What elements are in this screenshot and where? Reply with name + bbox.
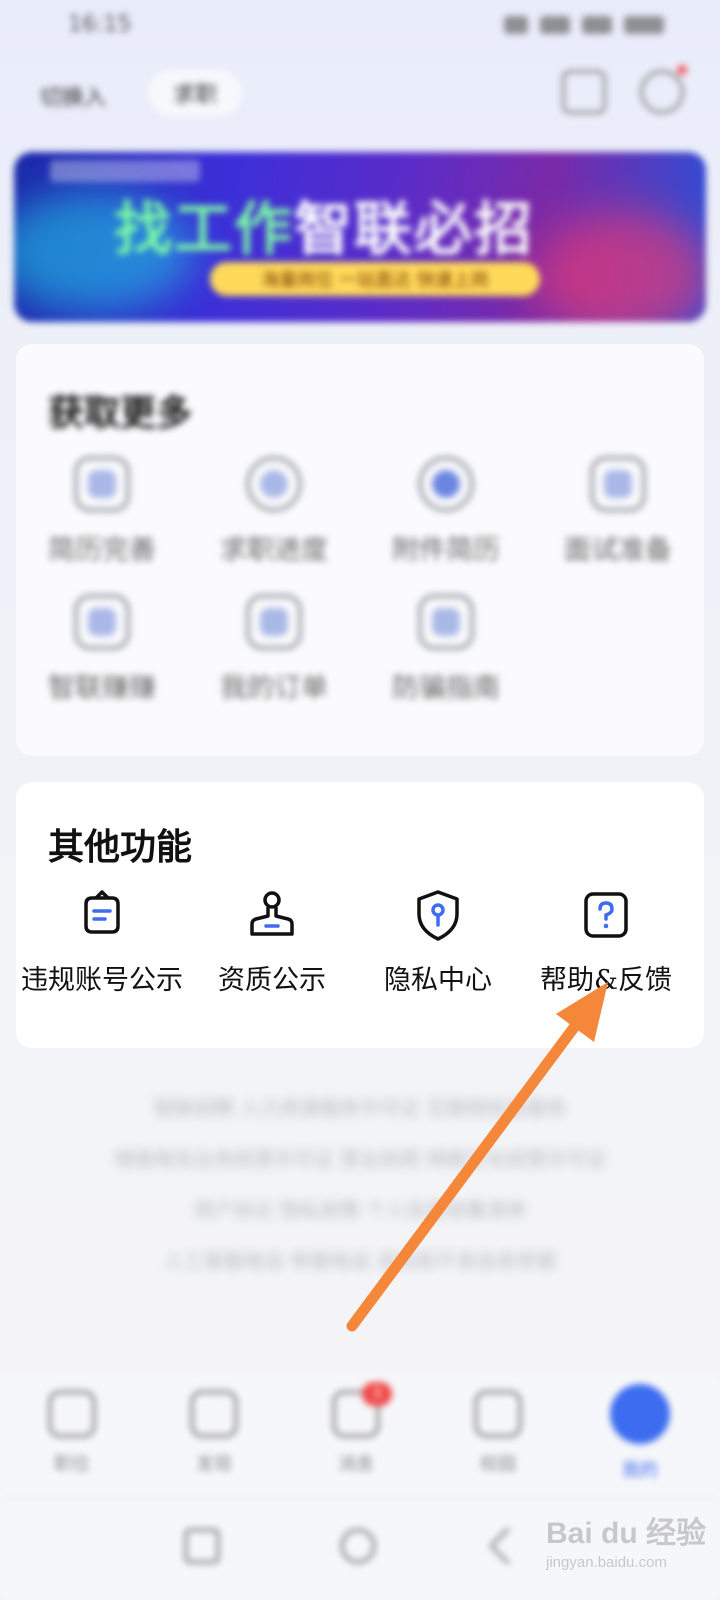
question-icon xyxy=(584,892,628,938)
more-item-resume[interactable]: 简历完善 xyxy=(16,456,188,567)
promo-banner[interactable]: 找工作智联必招 海量岗位 一站直达 快速上岗 xyxy=(14,152,706,322)
more-item-label: 求职进度 xyxy=(220,535,328,566)
banner-tag xyxy=(50,160,200,182)
more-item-attachment[interactable]: 附件简历 xyxy=(360,456,532,567)
more-item-progress[interactable]: 求职进度 xyxy=(188,456,360,567)
status-time: 16:15 xyxy=(68,12,132,37)
other-item-violation-accounts[interactable]: 违规账号公示 xyxy=(16,886,188,997)
nav-item-discover[interactable]: 发现 xyxy=(164,1390,264,1476)
status-icons xyxy=(394,14,664,36)
more-item-label: 附件简历 xyxy=(392,535,500,566)
other-section-title: 其他功能 xyxy=(48,826,193,868)
clipboard-icon xyxy=(246,594,302,650)
home-button[interactable] xyxy=(340,1528,376,1564)
top-header: 切换入 求职 xyxy=(0,64,720,124)
more-item-earn[interactable]: 智联赚赚 xyxy=(16,594,188,705)
chat-bubble-icon xyxy=(84,890,120,934)
other-item-label: 资质公示 xyxy=(218,965,326,996)
footer-line[interactable]: 用户协议 隐私政策 个人信息收集清单 xyxy=(0,1194,720,1223)
bag-icon xyxy=(74,594,130,650)
nav-label: 职位 xyxy=(54,1454,90,1475)
status-bar: 16:15 xyxy=(0,0,720,50)
more-item-label: 防骗指南 xyxy=(392,673,500,704)
banner-title: 找工作智联必招 xyxy=(114,195,535,263)
hat-icon xyxy=(590,456,646,512)
footer-line[interactable]: 人工客服电话 举报电话 违法和不良信息举报 xyxy=(0,1245,720,1274)
more-item-label: 我的订单 xyxy=(220,673,328,704)
other-item-qualification[interactable]: 资质公示 xyxy=(186,886,358,997)
nav-label: 校园 xyxy=(480,1454,516,1475)
watermark-logo: Bai du 经验 xyxy=(546,1517,707,1550)
more-item-orders[interactable]: 我的订单 xyxy=(188,594,360,705)
scan-icon[interactable] xyxy=(562,70,606,114)
profile-icon xyxy=(610,1384,670,1444)
notification-icon xyxy=(504,16,528,34)
other-functions-card: 其他功能 违规账号公示 资质公示 隐私中心 帮助&反馈 xyxy=(16,782,704,1048)
globe-icon xyxy=(418,456,474,512)
clock-icon xyxy=(246,456,302,512)
baidu-jingyan-watermark: Bai du 经验 jingyan.baidu.com xyxy=(546,1508,716,1584)
nav-item-campus[interactable]: 校园 xyxy=(448,1390,548,1476)
message-icon: 3 xyxy=(332,1382,392,1438)
more-features-card: 获取更多 简历完善 求职进度 附件简历 面试准备 智联赚赚 我的订单 防骗指南 xyxy=(16,344,704,756)
other-item-label: 帮助&反馈 xyxy=(539,965,673,996)
settings-icon[interactable] xyxy=(640,65,687,114)
other-item-privacy[interactable]: 隐私中心 xyxy=(352,886,524,997)
more-item-label: 智联赚赚 xyxy=(48,673,156,704)
campus-icon xyxy=(474,1390,522,1438)
identity-switch-label: 求职 xyxy=(172,83,217,108)
signal-icon xyxy=(540,16,570,34)
message-badge: 3 xyxy=(362,1382,392,1406)
other-item-label: 违规账号公示 xyxy=(21,965,183,996)
nav-label: 我的 xyxy=(622,1460,658,1481)
more-section-title: 获取更多 xyxy=(48,392,193,434)
shield-key-icon xyxy=(417,890,459,941)
footer-line[interactable]: 增值电信业务经营许可证 营业执照 网络文化经营许可证 xyxy=(0,1143,720,1172)
identity-switch-button[interactable]: 求职 xyxy=(148,70,242,116)
other-item-help-feedback[interactable]: 帮助&反馈 xyxy=(520,886,692,997)
other-item-label: 隐私中心 xyxy=(384,965,492,996)
briefcase-icon xyxy=(48,1390,96,1438)
stamp-icon xyxy=(250,891,294,936)
banner-subtitle: 海量岗位 一站直达 快速上岗 xyxy=(210,262,540,296)
nav-item-me[interactable]: 我的 xyxy=(590,1384,690,1482)
nav-label: 发现 xyxy=(196,1454,232,1475)
footer-line[interactable]: 智联招聘 人力资源服务许可证 互联网信息服务 xyxy=(0,1092,720,1121)
more-item-interview[interactable]: 面试准备 xyxy=(532,456,704,567)
battery-icon xyxy=(624,16,664,34)
nav-item-messages[interactable]: 3 消息 xyxy=(306,1382,406,1476)
back-button[interactable] xyxy=(488,1526,528,1566)
notification-dot xyxy=(677,65,687,75)
watermark-url: jingyan.baidu.com xyxy=(546,1554,667,1571)
bottom-navigation: 职位 发现 3 消息 校园 我的 xyxy=(0,1374,720,1494)
more-item-antifraud[interactable]: 防骗指南 xyxy=(360,594,532,705)
compass-icon xyxy=(190,1390,238,1438)
city-label[interactable]: 切换入 xyxy=(40,80,106,112)
wifi-icon xyxy=(582,16,612,34)
monitor-icon xyxy=(74,456,130,512)
document-icon xyxy=(418,594,474,650)
nav-label: 消息 xyxy=(338,1454,374,1475)
footer-info: 智联招聘 人力资源服务许可证 互联网信息服务 增值电信业务经营许可证 营业执照 … xyxy=(0,1092,720,1296)
more-item-label: 面试准备 xyxy=(564,535,672,566)
recent-apps-button[interactable] xyxy=(184,1528,220,1564)
nav-item-jobs[interactable]: 职位 xyxy=(22,1390,122,1476)
more-item-label: 简历完善 xyxy=(48,535,156,566)
